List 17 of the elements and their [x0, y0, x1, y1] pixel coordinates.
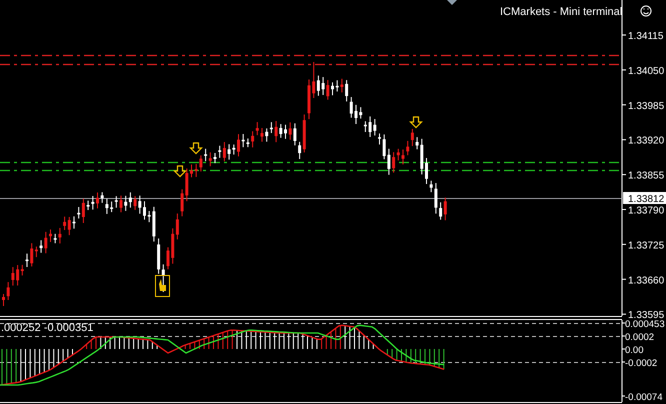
axis-label: 0.00 — [625, 345, 644, 356]
axis-label: 1.33595 — [628, 310, 664, 322]
current-price-tag: 1.33812 — [623, 192, 666, 205]
axis-label: 1.33790 — [628, 206, 664, 216]
axis-label: 1.34115 — [628, 31, 664, 42]
axis-label: 1.33855 — [628, 170, 664, 182]
axis-label: 0.000453 — [625, 319, 665, 330]
axis-label: 1.33660 — [628, 275, 664, 286]
window-title: ICMarkets - Mini terminal — [500, 6, 622, 18]
axis-label: 0.0002 — [625, 332, 654, 343]
axis-label: 1.33920 — [628, 136, 664, 147]
axis-label: 1.33985 — [628, 100, 664, 112]
indicator-values: .000252 -0.000351 — [1, 322, 94, 334]
axis-label: -0.00074 — [625, 392, 663, 403]
axis-label: 1.34050 — [628, 66, 664, 77]
axis-label: 1.33725 — [628, 240, 664, 252]
axis-label: -0.0002 — [625, 358, 658, 369]
